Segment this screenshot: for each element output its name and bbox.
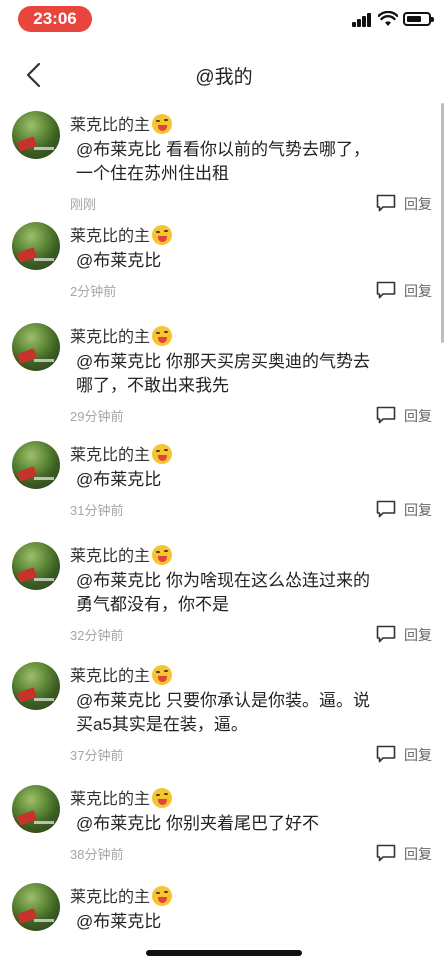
comment-text-line: @布莱克比 你为啥现在这么怂连过来的: [76, 571, 370, 590]
page-title: @我的: [195, 67, 253, 88]
comment-username[interactable]: 莱克比的主: [70, 883, 173, 907]
wifi-icon: [378, 11, 398, 26]
comment-username[interactable]: 莱克比的主: [70, 441, 173, 465]
tongue-emoji-icon: [152, 326, 173, 346]
tongue-emoji-icon: [152, 545, 173, 565]
comment-username[interactable]: 莱克比的主: [70, 111, 173, 135]
reply-label: 回复: [404, 283, 432, 299]
comment-content: @布莱克比 你别夹着尾巴了好不: [76, 812, 424, 836]
home-indicator[interactable]: [146, 950, 302, 956]
comment-item[interactable]: 莱克比的主 @布莱克比: [0, 880, 440, 960]
avatar[interactable]: [12, 883, 60, 931]
comment-username[interactable]: 莱克比的主: [70, 222, 173, 246]
comment-timestamp: 31分钟前: [70, 503, 124, 518]
comment-timestamp: 38分钟前: [70, 847, 124, 862]
nav-bar: @我的: [0, 52, 448, 98]
username-text: 莱克比的主: [70, 548, 151, 565]
comment-timestamp: 32分钟前: [70, 628, 124, 643]
battery-icon: [403, 12, 434, 26]
comment-content: @布莱克比: [76, 910, 424, 934]
username-text: 莱克比的主: [70, 447, 151, 464]
comment-item[interactable]: 莱克比的主 @布莱克比 你那天买房买奥迪的气势去 哪了，不敢出来我先 29分钟前 回复: [0, 320, 440, 438]
comment-text-line: @布莱克比 你那天买房买奥迪的气势去: [76, 352, 370, 371]
tongue-emoji-icon: [152, 114, 173, 134]
comment-item[interactable]: 莱克比的主 @布莱克比 你别夹着尾巴了好不 38分钟前 回复: [0, 782, 440, 880]
comment-reply-icon: [376, 625, 396, 643]
reply-label: 回复: [404, 502, 432, 518]
comment-reply-icon: [376, 500, 396, 518]
username-text: 莱克比的主: [70, 329, 151, 346]
status-time: 23:06: [18, 6, 92, 32]
comment-item[interactable]: 莱克比的主 @布莱克比 31分钟前 回复: [0, 438, 440, 539]
comment-reply-icon: [376, 406, 396, 424]
reply-label: 回复: [404, 408, 432, 424]
username-text: 莱克比的主: [70, 117, 151, 134]
comment-username[interactable]: 莱克比的主: [70, 323, 173, 347]
avatar[interactable]: [12, 542, 60, 590]
comment-item[interactable]: 莱克比的主 @布莱克比 只要你承认是你装。逼。说 买a5其实是在装，逼。 37分钟前 回…: [0, 659, 440, 782]
comment-content: @布莱克比 只要你承认是你装。逼。说 买a5其实是在装，逼。: [76, 689, 424, 737]
reply-label: 回复: [404, 747, 432, 763]
username-text: 莱克比的主: [70, 668, 151, 685]
comment-list: 莱克比的主 @布莱克比 看看你以前的气势去哪了， 一个住在苏州住出租 刚刚 回复 莱克比的…: [0, 108, 440, 960]
username-text: 莱克比的主: [70, 791, 151, 808]
comment-item[interactable]: 莱克比的主 @布莱克比 2分钟前 回复: [0, 219, 440, 320]
comment-text-line: 哪了，不敢出来我先: [76, 376, 229, 395]
tongue-emoji-icon: [152, 444, 173, 464]
avatar[interactable]: [12, 785, 60, 833]
comment-text-line: @布莱克比 看看你以前的气势去哪了，: [76, 140, 370, 159]
comment-text-line: @布莱克比: [76, 470, 162, 489]
comment-timestamp: 29分钟前: [70, 409, 124, 424]
comment-content: @布莱克比 看看你以前的气势去哪了， 一个住在苏州住出租: [76, 138, 424, 186]
comment-timestamp: 37分钟前: [70, 748, 124, 763]
reply-label: 回复: [404, 627, 432, 643]
comment-username[interactable]: 莱克比的主: [70, 542, 173, 566]
comment-username[interactable]: 莱克比的主: [70, 785, 173, 809]
reply-label: 回复: [404, 196, 432, 212]
comment-content: @布莱克比: [76, 249, 424, 273]
comment-content: @布莱克比 你那天买房买奥迪的气势去 哪了，不敢出来我先: [76, 350, 424, 398]
avatar[interactable]: [12, 662, 60, 710]
comment-content: @布莱克比 你为啥现在这么怂连过来的 勇气都没有，你不是: [76, 569, 424, 617]
comment-item[interactable]: 莱克比的主 @布莱克比 你为啥现在这么怂连过来的 勇气都没有，你不是 32分钟前 回复: [0, 539, 440, 659]
comment-text-line: @布莱克比 你别夹着尾巴了好不: [76, 814, 319, 833]
comment-text-line: @布莱克比: [76, 912, 162, 931]
comment-content: @布莱克比: [76, 468, 424, 492]
username-text: 莱克比的主: [70, 889, 151, 906]
username-text: 莱克比的主: [70, 228, 151, 245]
comment-username[interactable]: 莱克比的主: [70, 662, 173, 686]
avatar[interactable]: [12, 222, 60, 270]
comment-reply-icon: [376, 281, 396, 299]
comment-text-line: @布莱克比: [76, 251, 162, 270]
comment-reply-icon: [376, 844, 396, 862]
comment-timestamp: 刚刚: [70, 197, 97, 212]
comment-reply-icon: [376, 745, 396, 763]
comment-timestamp: 2分钟前: [70, 284, 117, 299]
comment-text-line: 一个住在苏州住出租: [76, 164, 229, 183]
scrollbar[interactable]: [441, 103, 444, 343]
avatar[interactable]: [12, 323, 60, 371]
status-bar: 23:06: [0, 0, 448, 40]
comment-reply-icon: [376, 194, 396, 212]
comment-text-line: 勇气都没有，你不是: [76, 595, 229, 614]
tongue-emoji-icon: [152, 886, 173, 906]
tongue-emoji-icon: [152, 225, 173, 245]
reply-label: 回复: [404, 846, 432, 862]
tongue-emoji-icon: [152, 665, 173, 685]
comment-text-line: @布莱克比 只要你承认是你装。逼。说: [76, 691, 370, 710]
tongue-emoji-icon: [152, 788, 173, 808]
cellular-signal-icon: [352, 13, 372, 27]
avatar[interactable]: [12, 111, 60, 159]
avatar[interactable]: [12, 441, 60, 489]
comment-item[interactable]: 莱克比的主 @布莱克比 看看你以前的气势去哪了， 一个住在苏州住出租刚刚 回复: [0, 108, 440, 219]
comment-text-line: 买a5其实是在装，逼。: [76, 715, 248, 734]
